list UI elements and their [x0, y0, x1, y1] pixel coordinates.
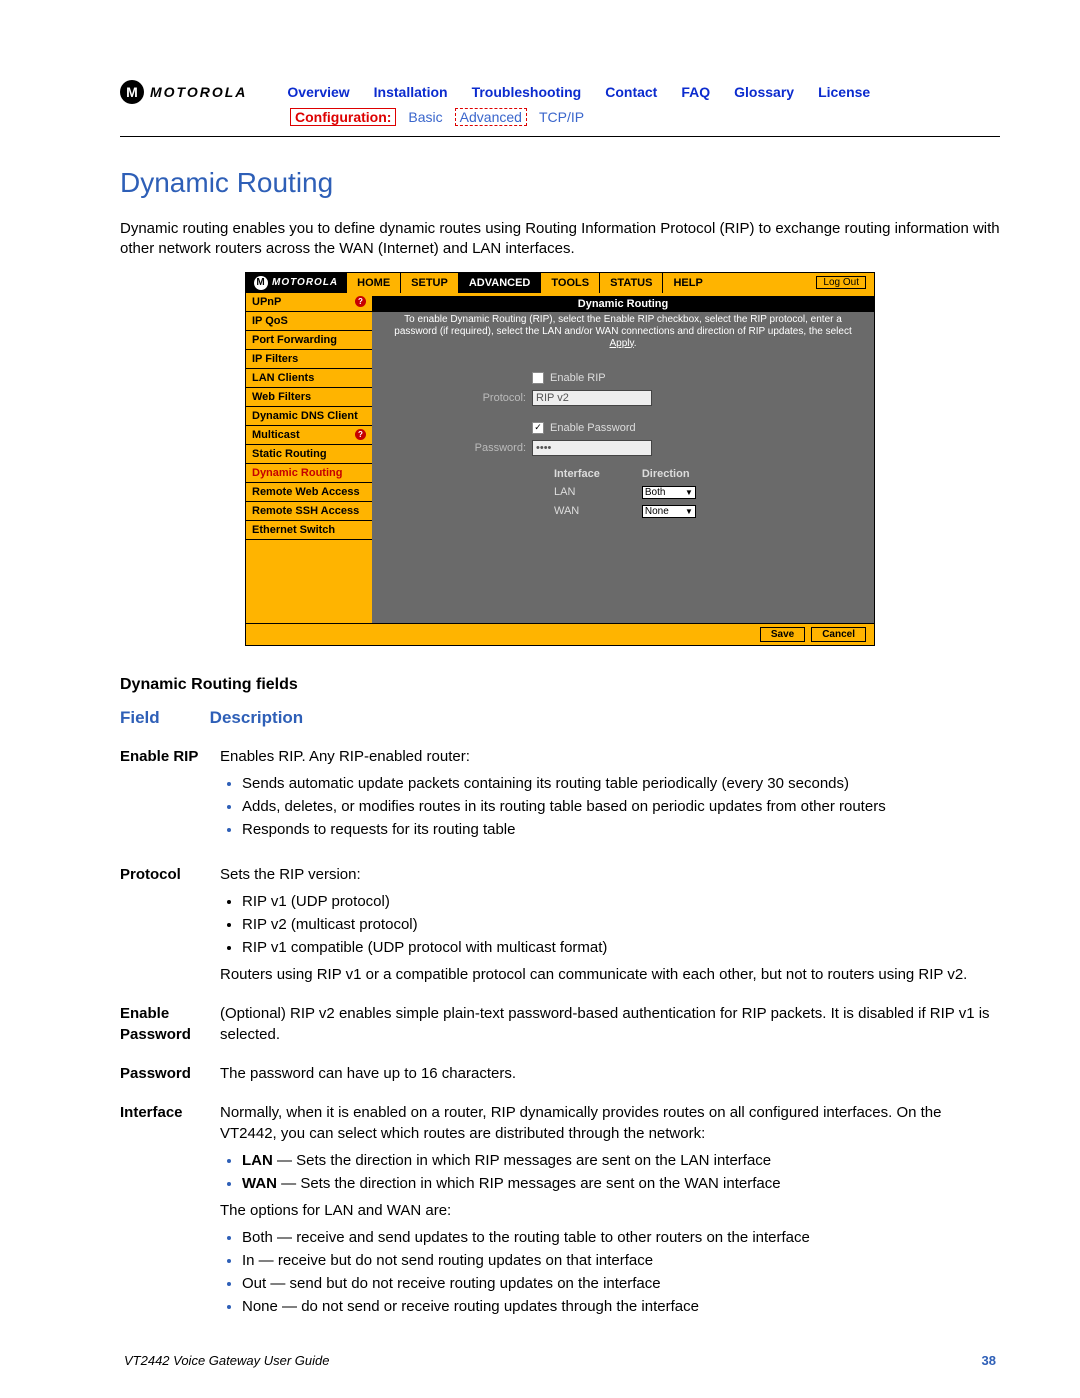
sidebar-item-label: UPnP: [252, 296, 281, 308]
tab-advanced[interactable]: ADVANCED: [458, 273, 541, 293]
sidebar-item-port-forwarding[interactable]: Port Forwarding: [246, 331, 372, 350]
sub-nav: Configuration: Basic Advanced TCP/IP: [290, 108, 1000, 126]
sidebar-item-upnp[interactable]: UPnP?: [246, 293, 372, 312]
nav-troubleshooting[interactable]: Troubleshooting: [472, 84, 582, 100]
sidebar-item-label: Ethernet Switch: [252, 524, 335, 536]
tab-setup[interactable]: SETUP: [400, 273, 458, 293]
sidebar-item-label: Dynamic Routing: [252, 467, 342, 479]
sidebar-item-label: Remote SSH Access: [252, 505, 359, 517]
sidebar-item-multicast[interactable]: Multicast?: [246, 426, 372, 445]
sidebar-item-label: Remote Web Access: [252, 486, 360, 498]
panel-title: Dynamic Routing: [372, 296, 874, 312]
save-button[interactable]: Save: [760, 627, 805, 642]
sidebar-item-label: Port Forwarding: [252, 334, 337, 346]
sidebar-item-static-routing[interactable]: Static Routing: [246, 445, 372, 464]
dir-wan-select[interactable]: None▼: [642, 505, 696, 518]
password-input[interactable]: [532, 440, 652, 456]
protocol-label: Protocol:: [402, 392, 532, 404]
nav-license[interactable]: License: [818, 84, 870, 100]
protocol-select[interactable]: [532, 390, 652, 406]
sidebar-item-label: IP Filters: [252, 353, 298, 365]
router-ui-screenshot: M MOTOROLA HOME SETUP ADVANCED TOOLS STA…: [245, 272, 875, 646]
field-protocol: Protocol Sets the RIP version: RIP v1 (U…: [120, 864, 1000, 985]
sidebar-item-label: Web Filters: [252, 391, 311, 403]
top-nav: Overview Installation Troubleshooting Co…: [287, 84, 870, 100]
shot-brand-text: MOTOROLA: [272, 277, 338, 288]
sidebar-item-web-filters[interactable]: Web Filters: [246, 388, 372, 407]
nav-overview[interactable]: Overview: [287, 84, 349, 100]
iface-lan: LAN: [534, 484, 620, 501]
logout-button[interactable]: Log Out: [816, 276, 866, 289]
apply-link[interactable]: Apply: [609, 338, 633, 349]
enable-rip-checkbox[interactable]: [532, 372, 544, 384]
col-description: Description: [210, 708, 304, 728]
tab-status[interactable]: STATUS: [599, 273, 662, 293]
page-title: Dynamic Routing: [120, 167, 1000, 199]
shot-brand: M MOTOROLA: [246, 273, 346, 293]
subnav-advanced[interactable]: Advanced: [455, 108, 527, 126]
config-label: Configuration:: [290, 108, 396, 126]
field-password: Password The password can have up to 16 …: [120, 1063, 1000, 1084]
enable-password-checkbox[interactable]: ✓: [532, 422, 544, 434]
sidebar-item-dynamic-routing[interactable]: Dynamic Routing: [246, 464, 372, 483]
dir-lan-select[interactable]: Both▼: [642, 486, 696, 499]
col-field: Field: [120, 708, 160, 728]
col-direction: Direction: [622, 466, 716, 482]
sidebar-item-ip-qos[interactable]: IP QoS: [246, 312, 372, 331]
tab-tools[interactable]: TOOLS: [540, 273, 599, 293]
panel-desc-text: To enable Dynamic Routing (RIP), select …: [394, 314, 851, 337]
field-enable-rip: Enable RIP Enables RIP. Any RIP-enabled …: [120, 746, 1000, 846]
subnav-tcpip[interactable]: TCP/IP: [539, 109, 584, 125]
intro-text: Dynamic routing enables you to define dy…: [120, 219, 1000, 260]
sidebar-item-label: Dynamic DNS Client: [252, 410, 358, 422]
sidebar-item-remote-ssh-access[interactable]: Remote SSH Access: [246, 502, 372, 521]
sidebar-item-dynamic-dns-client[interactable]: Dynamic DNS Client: [246, 407, 372, 426]
iface-wan: WAN: [534, 503, 620, 520]
enable-password-label: Enable Password: [550, 422, 636, 434]
tab-help[interactable]: HELP: [662, 273, 712, 293]
sidebar-item-remote-web-access[interactable]: Remote Web Access: [246, 483, 372, 502]
divider: [120, 136, 1000, 137]
enable-rip-label: Enable RIP: [550, 372, 606, 384]
page-footer: VT2442 Voice Gateway User Guide 38: [120, 1353, 1000, 1368]
subnav-basic[interactable]: Basic: [408, 109, 442, 125]
brand-text: MOTOROLA: [150, 84, 247, 100]
brand-logo: M MOTOROLA: [120, 80, 247, 104]
sidebar-item-label: Multicast: [252, 429, 300, 441]
help-icon[interactable]: ?: [355, 296, 366, 307]
sidebar-item-lan-clients[interactable]: LAN Clients: [246, 369, 372, 388]
sidebar-item-ip-filters[interactable]: IP Filters: [246, 350, 372, 369]
field-enable-password: Enable Password (Optional) RIP v2 enable…: [120, 1003, 1000, 1045]
interface-table: Interface Direction LAN Both▼ WAN None▼: [532, 464, 718, 522]
password-label: Password:: [402, 442, 532, 454]
guide-title: VT2442 Voice Gateway User Guide: [124, 1353, 329, 1368]
sidebar-item-label: Static Routing: [252, 448, 327, 460]
fields-section-title: Dynamic Routing fields: [120, 676, 1000, 694]
page-number: 38: [982, 1353, 996, 1368]
sidebar-item-label: LAN Clients: [252, 372, 314, 384]
help-icon[interactable]: ?: [355, 429, 366, 440]
sidebar-item-label: IP QoS: [252, 315, 288, 327]
motorola-batwing-icon: M: [120, 80, 144, 104]
col-interface: Interface: [534, 466, 620, 482]
tab-home[interactable]: HOME: [346, 273, 400, 293]
field-interface: Interface Normally, when it is enabled o…: [120, 1102, 1000, 1323]
nav-faq[interactable]: FAQ: [681, 84, 710, 100]
panel-description: To enable Dynamic Routing (RIP), select …: [372, 312, 874, 356]
nav-glossary[interactable]: Glossary: [734, 84, 794, 100]
nav-contact[interactable]: Contact: [605, 84, 657, 100]
nav-installation[interactable]: Installation: [374, 84, 448, 100]
cancel-button[interactable]: Cancel: [811, 627, 866, 642]
shot-sidebar: UPnP? IP QoS Port Forwarding IP Filters LAN …: [246, 293, 372, 623]
sidebar-item-ethernet-switch[interactable]: Ethernet Switch: [246, 521, 372, 540]
motorola-batwing-icon: M: [254, 276, 268, 290]
